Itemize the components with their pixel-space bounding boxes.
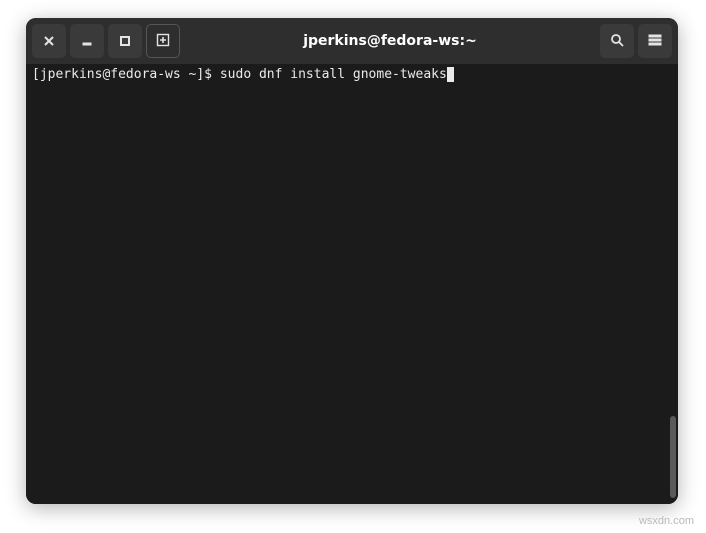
close-icon xyxy=(43,32,55,51)
terminal-line: [jperkins@fedora-ws ~]$ sudo dnf install… xyxy=(32,66,672,84)
terminal-cursor xyxy=(447,67,454,82)
watermark-text: wsxdn.com xyxy=(639,515,694,527)
terminal-window: jperkins@fedora-ws:~ [jperkins@fedora-ws… xyxy=(26,18,678,504)
maximize-button[interactable] xyxy=(108,24,142,58)
terminal-viewport[interactable]: [jperkins@fedora-ws ~]$ sudo dnf install… xyxy=(26,64,678,504)
search-icon xyxy=(610,32,624,51)
titlebar-left-group xyxy=(32,24,180,58)
new-tab-icon xyxy=(156,32,170,51)
window-title: jperkins@fedora-ws:~ xyxy=(180,33,600,49)
minimize-button[interactable] xyxy=(70,24,104,58)
maximize-icon xyxy=(119,32,131,51)
minimize-icon xyxy=(81,32,93,51)
hamburger-icon xyxy=(648,32,662,51)
titlebar-right-group xyxy=(600,24,672,58)
prompt-text: [jperkins@fedora-ws ~]$ xyxy=(32,67,220,82)
scrollbar-track[interactable] xyxy=(666,64,676,504)
command-text: sudo dnf install gnome-tweaks xyxy=(220,67,447,82)
menu-button[interactable] xyxy=(638,24,672,58)
scrollbar-thumb[interactable] xyxy=(670,416,676,498)
new-tab-button[interactable] xyxy=(146,24,180,58)
search-button[interactable] xyxy=(600,24,634,58)
close-button[interactable] xyxy=(32,24,66,58)
titlebar: jperkins@fedora-ws:~ xyxy=(26,18,678,64)
